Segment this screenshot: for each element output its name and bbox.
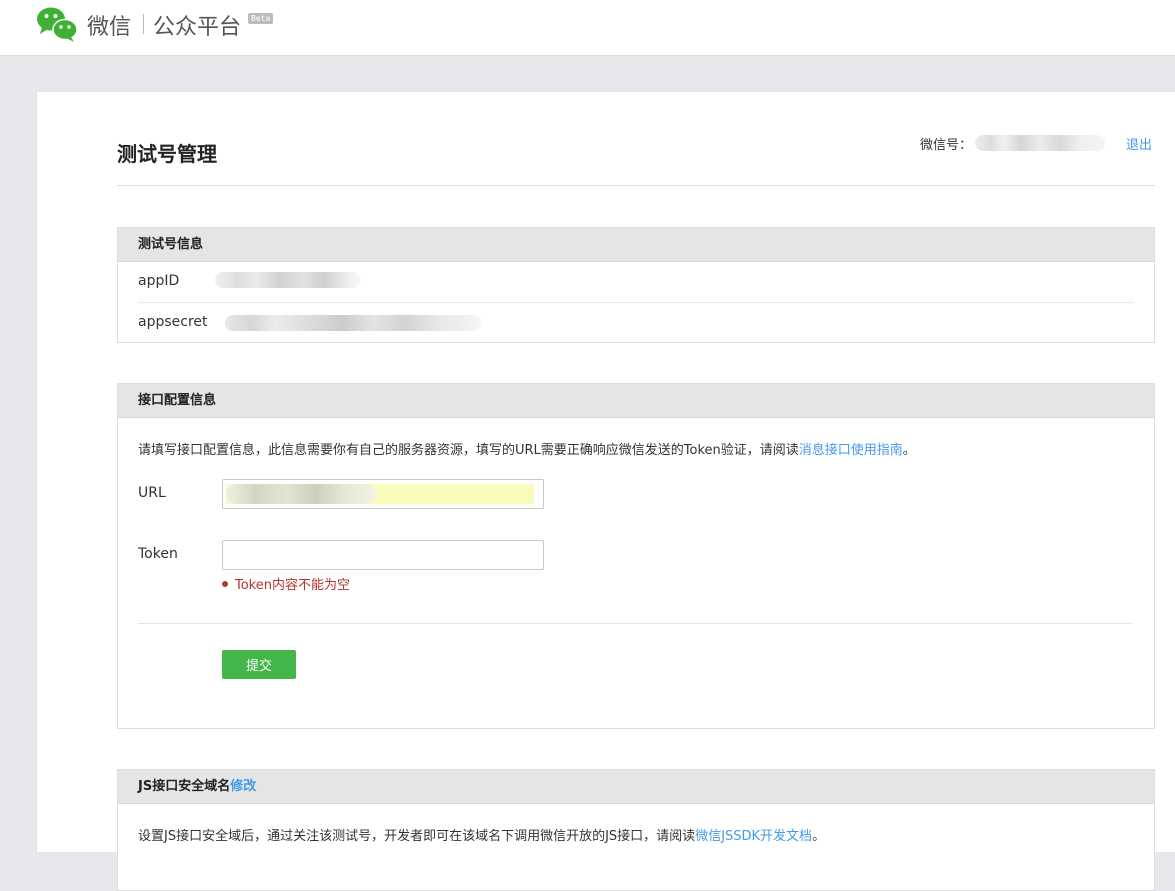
token-label: Token bbox=[138, 546, 178, 562]
token-error-message: Token内容不能为空 bbox=[222, 574, 350, 593]
beta-badge: Beta bbox=[248, 13, 274, 24]
account-label: 微信号： bbox=[920, 138, 973, 153]
logout-link[interactable]: 退出 bbox=[1126, 134, 1152, 153]
wechat-logo-icon[interactable] bbox=[36, 6, 78, 42]
main-content: 测试号管理 微信号： 退出 测试号信息 appID appsecret 接口配置… bbox=[36, 91, 1175, 891]
js-domain-heading: JS接口安全域名修改 bbox=[118, 770, 1154, 804]
form-divider bbox=[138, 623, 1133, 624]
brand-name: 微信 bbox=[87, 15, 132, 40]
js-domain-text-end: 。 bbox=[812, 829, 826, 844]
url-label: URL bbox=[138, 485, 166, 501]
interface-config-panel: 接口配置信息 请填写接口配置信息，此信息需要你有自己的服务器资源，填写的URL需… bbox=[117, 383, 1155, 729]
brand-divider bbox=[143, 14, 144, 34]
url-value-redacted bbox=[226, 484, 376, 504]
token-input[interactable] bbox=[222, 540, 544, 570]
platform-name: 公众平台 bbox=[153, 15, 242, 40]
appsecret-value-redacted bbox=[225, 315, 481, 331]
appid-label: appID bbox=[138, 273, 180, 289]
js-domain-edit-link[interactable]: 修改 bbox=[230, 779, 256, 794]
error-dot-icon bbox=[222, 580, 228, 587]
title-divider bbox=[117, 185, 1155, 186]
js-domain-panel: JS接口安全域名修改 设置JS接口安全域后，通过关注该测试号，开发者即可在该域名… bbox=[117, 769, 1155, 891]
appsecret-label: appsecret bbox=[138, 314, 208, 330]
test-account-panel: 测试号信息 appID appsecret bbox=[117, 227, 1155, 343]
js-domain-description: 设置JS接口安全域后，通过关注该测试号，开发者即可在该域名下调用微信开放的JS接… bbox=[138, 825, 825, 844]
page-title: 测试号管理 bbox=[117, 142, 217, 166]
interface-config-heading: 接口配置信息 bbox=[118, 384, 1154, 418]
submit-button[interactable]: 提交 bbox=[222, 650, 296, 679]
appsecret-row: appsecret bbox=[138, 302, 1134, 343]
account-id-redacted bbox=[975, 135, 1105, 151]
interface-config-text-end: 。 bbox=[902, 443, 916, 458]
js-domain-text: 设置JS接口安全域后，通过关注该测试号，开发者即可在该域名下调用微信开放的JS接… bbox=[138, 829, 696, 844]
top-bar: 微信 公众平台 Beta bbox=[0, 0, 1175, 56]
appid-value-redacted bbox=[215, 272, 361, 288]
appid-row: appID bbox=[138, 262, 1134, 302]
interface-config-description: 请填写接口配置信息，此信息需要你有自己的服务器资源，填写的URL需要正确响应微信… bbox=[138, 439, 916, 458]
js-domain-heading-text: JS接口安全域名 bbox=[138, 779, 231, 794]
interface-config-text: 请填写接口配置信息，此信息需要你有自己的服务器资源，填写的URL需要正确响应微信… bbox=[138, 443, 799, 458]
test-account-heading: 测试号信息 bbox=[118, 228, 1154, 262]
message-api-guide-link[interactable]: 消息接口使用指南 bbox=[799, 443, 903, 458]
url-input[interactable] bbox=[222, 479, 544, 509]
token-error-text: Token内容不能为空 bbox=[235, 578, 350, 593]
jssdk-doc-link[interactable]: 微信JSSDK开发文档 bbox=[695, 829, 812, 844]
